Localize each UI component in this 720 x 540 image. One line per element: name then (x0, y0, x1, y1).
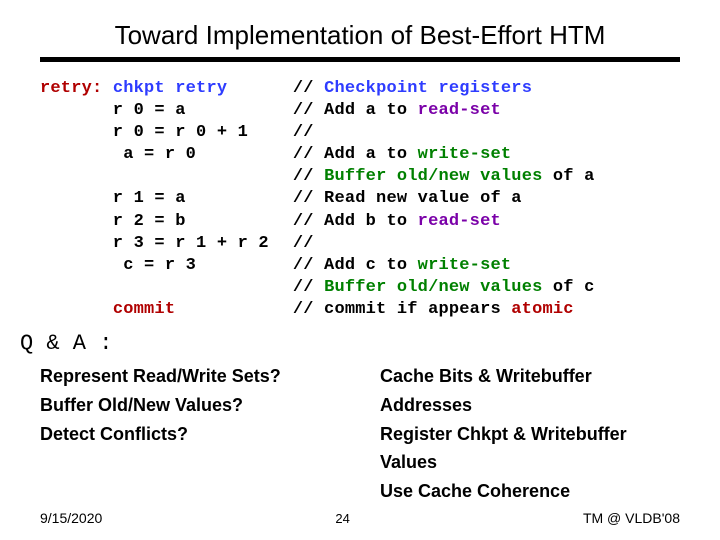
code-line: // Add a to read-set (293, 100, 680, 122)
code-line: a = r 0 (40, 144, 269, 166)
footer-venue: TM @ VLDB'08 (583, 510, 680, 526)
code-line: retry: chkpt retry (40, 78, 269, 100)
qa-section: Represent Read/Write Sets?Buffer Old/New… (40, 362, 680, 506)
code-line: // Checkpoint registers (293, 78, 680, 100)
qa-label: Q & A : (20, 331, 680, 356)
code-line: // (293, 233, 680, 255)
slide: Toward Implementation of Best-Effort HTM… (0, 0, 720, 540)
code-line: r 2 = b (40, 211, 269, 233)
qa-questions: Represent Read/Write Sets?Buffer Old/New… (40, 362, 340, 506)
code-line: // Buffer old/new values of a (293, 166, 680, 188)
slide-footer: 9/15/2020 24 TM @ VLDB'08 (40, 510, 680, 526)
qa-answer: Register Chkpt & Writebuffer Values (380, 420, 680, 478)
code-line: r 1 = a (40, 188, 269, 210)
code-line: // Read new value of a (293, 188, 680, 210)
code-line (40, 277, 269, 299)
code-line: commit (40, 299, 269, 321)
qa-question: Detect Conflicts? (40, 420, 340, 449)
code-line (40, 166, 269, 188)
code-line: // Add b to read-set (293, 211, 680, 233)
code-line: r 0 = r 0 + 1 (40, 122, 269, 144)
footer-page: 24 (335, 511, 349, 526)
qa-answer: Use Cache Coherence (380, 477, 680, 506)
qa-question: Buffer Old/New Values? (40, 391, 340, 420)
qa-answers: Cache Bits & Writebuffer AddressesRegist… (380, 362, 680, 506)
code-block: retry: chkpt retry r 0 = a r 0 = r 0 + 1… (40, 78, 680, 321)
qa-question: Represent Read/Write Sets? (40, 362, 340, 391)
code-line: // Add c to write-set (293, 255, 680, 277)
code-left: retry: chkpt retry r 0 = a r 0 = r 0 + 1… (40, 78, 269, 321)
code-line: // (293, 122, 680, 144)
footer-date: 9/15/2020 (40, 510, 102, 526)
code-line: c = r 3 (40, 255, 269, 277)
code-line: // Add a to write-set (293, 144, 680, 166)
code-line: r 0 = a (40, 100, 269, 122)
code-right: // Checkpoint registers// Add a to read-… (293, 78, 680, 321)
qa-answer: Cache Bits & Writebuffer Addresses (380, 362, 680, 420)
code-line: // Buffer old/new values of c (293, 277, 680, 299)
code-line: r 3 = r 1 + r 2 (40, 233, 269, 255)
slide-title: Toward Implementation of Best-Effort HTM (40, 20, 680, 62)
code-line: // commit if appears atomic (293, 299, 680, 321)
